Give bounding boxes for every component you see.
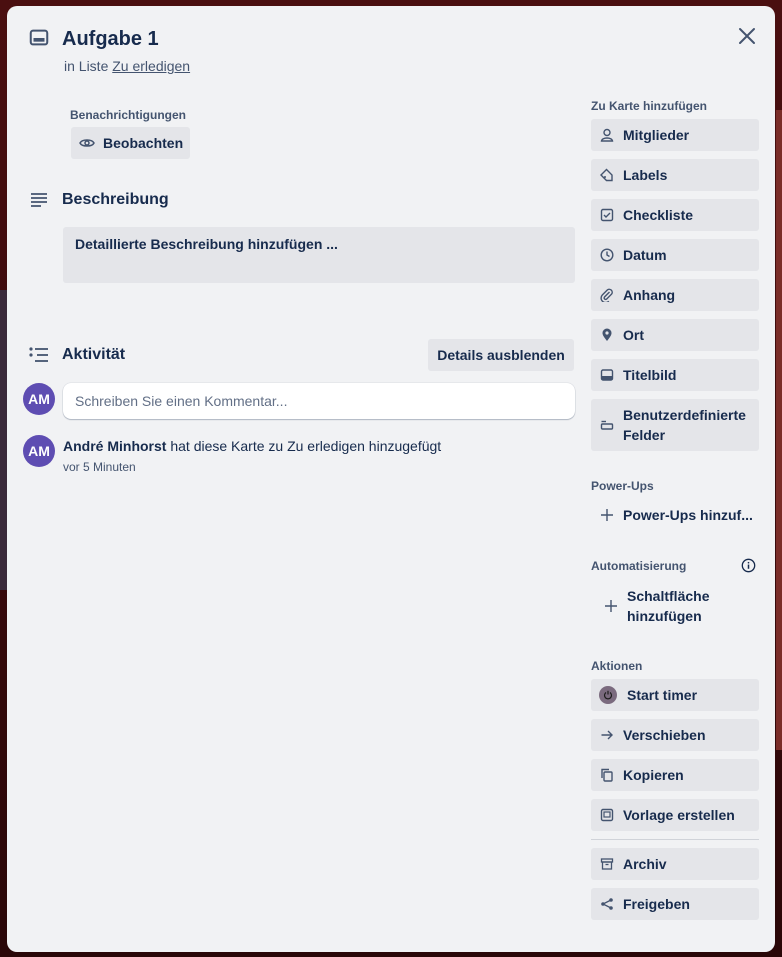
checkbox-icon <box>599 207 615 223</box>
close-button[interactable] <box>731 20 763 52</box>
dates-label: Datum <box>623 247 667 263</box>
board-backdrop-edge <box>776 110 782 750</box>
archive-label: Archiv <box>623 856 667 872</box>
add-powerups-button[interactable]: Power-Ups hinzuf... <box>591 505 759 525</box>
activity-user[interactable]: André Minhorst <box>63 438 166 454</box>
tag-icon <box>599 167 615 183</box>
copy-button[interactable]: Kopieren <box>591 759 759 791</box>
share-icon <box>599 896 615 912</box>
eye-icon <box>79 135 95 151</box>
board-backdrop-edge-left <box>0 290 7 590</box>
description-title: Beschreibung <box>62 191 169 208</box>
comment-input[interactable] <box>63 383 575 419</box>
activity-icon <box>27 343 51 367</box>
power-timer-icon <box>599 686 617 704</box>
start-timer-label: Start timer <box>627 687 698 703</box>
add-to-card-label: Zu Karte hinzufügen <box>591 99 707 113</box>
checklist-button[interactable]: Checkliste <box>591 199 759 231</box>
attachment-button[interactable]: Anhang <box>591 279 759 311</box>
paperclip-icon <box>599 287 615 303</box>
add-button-automation[interactable]: Schaltfläche hinzufügen <box>591 585 759 627</box>
watch-button[interactable]: Beobachten <box>71 127 190 159</box>
labels-label: Labels <box>623 167 668 183</box>
watch-label: Beobachten <box>103 135 184 151</box>
template-icon <box>599 807 615 823</box>
custom-fields-button[interactable]: Benutzerdefinierte Felder <box>591 399 759 451</box>
card-list-info: in Liste Zu erledigen <box>64 57 190 75</box>
share-label: Freigeben <box>623 896 690 912</box>
move-label: Verschieben <box>623 727 706 743</box>
info-icon[interactable] <box>740 557 756 573</box>
automation-label: Automatisierung <box>591 559 687 573</box>
copy-icon <box>599 767 615 783</box>
cover-image-icon <box>599 367 615 383</box>
dates-button[interactable]: Datum <box>591 239 759 271</box>
location-button[interactable]: Ort <box>591 319 759 351</box>
copy-label: Kopieren <box>623 767 684 783</box>
activity-title: Aktivität <box>62 346 126 363</box>
location-label: Ort <box>623 327 644 343</box>
hide-details-button[interactable]: Details ausblenden <box>428 339 574 371</box>
description-editor[interactable]: Detaillierte Beschreibung hinzufügen ... <box>63 227 575 283</box>
arrow-right-icon <box>599 727 615 743</box>
plus-icon <box>599 507 615 523</box>
members-button[interactable]: Mitglieder <box>591 119 759 151</box>
close-icon <box>738 27 756 45</box>
activity-text: hat diese Karte zu Zu erledigen hinzugef… <box>170 438 442 454</box>
checklist-label: Checkliste <box>623 207 694 223</box>
share-button[interactable]: Freigeben <box>591 888 759 920</box>
plus-icon <box>603 598 619 614</box>
list-link[interactable]: Zu erledigen <box>112 58 190 74</box>
person-icon <box>599 127 615 143</box>
list-prefix: in Liste <box>64 58 109 74</box>
labels-button[interactable]: Labels <box>591 159 759 191</box>
card-detail-dialog: Aufgabe 1 in Liste Zu erledigen Benachri… <box>7 6 775 952</box>
custom-fields-icon <box>599 417 615 433</box>
attachment-label: Anhang <box>623 287 676 303</box>
add-automation-label: Schaltfläche hinzufügen <box>627 588 710 624</box>
activity-timestamp[interactable]: vor 5 Minuten <box>63 459 136 475</box>
move-button[interactable]: Verschieben <box>591 719 759 751</box>
archive-button[interactable]: Archiv <box>591 848 759 880</box>
location-pin-icon <box>599 327 615 343</box>
cover-label: Titelbild <box>623 367 677 383</box>
cover-button[interactable]: Titelbild <box>591 359 759 391</box>
activity-entry: André Minhorst hat diese Karte zu Zu erl… <box>63 437 441 455</box>
make-template-button[interactable]: Vorlage erstellen <box>591 799 759 831</box>
avatar[interactable]: AM <box>23 383 55 415</box>
activity-avatar[interactable]: AM <box>23 435 55 467</box>
start-timer-button[interactable]: Start timer <box>591 679 759 711</box>
notifications-label: Benachrichtigungen <box>70 108 187 122</box>
actions-divider <box>591 839 759 840</box>
card-title[interactable]: Aufgabe 1 <box>62 26 159 52</box>
custom-fields-label: Benutzerdefinierte Felder <box>623 407 746 443</box>
make-template-label: Vorlage erstellen <box>623 807 735 823</box>
actions-label: Aktionen <box>591 659 643 673</box>
members-label: Mitglieder <box>623 127 690 143</box>
powerups-label: Power-Ups <box>591 479 654 493</box>
clock-icon <box>599 247 615 263</box>
add-powerups-label: Power-Ups hinzuf... <box>623 507 753 523</box>
description-icon <box>27 188 51 212</box>
archive-icon <box>599 856 615 872</box>
card-icon <box>27 26 51 50</box>
